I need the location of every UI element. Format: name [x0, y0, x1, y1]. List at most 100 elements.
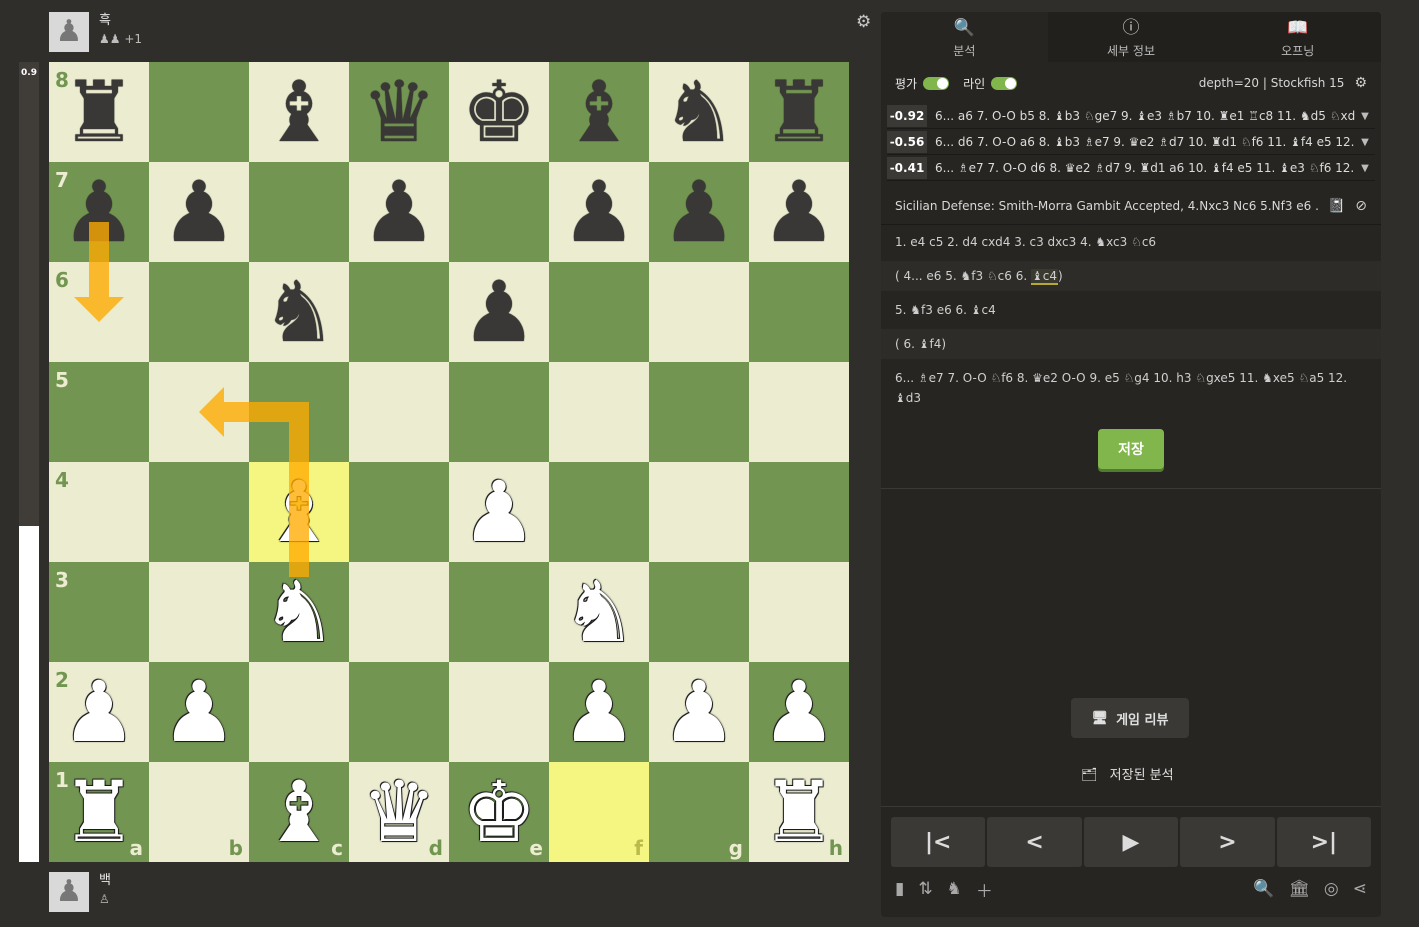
square-c5[interactable]	[249, 362, 349, 462]
player-avatar[interactable]: ♟	[49, 872, 89, 912]
square-e8[interactable]: ♚	[449, 62, 549, 162]
square-h2[interactable]: ♟	[749, 662, 849, 762]
square-c3[interactable]: ♞	[249, 562, 349, 662]
engine-settings-gear-icon[interactable]: ⚙	[1354, 75, 1367, 91]
square-b6[interactable]	[149, 262, 249, 362]
square-d8[interactable]: ♛	[349, 62, 449, 162]
chevron-down-icon[interactable]: ▼	[1355, 111, 1375, 122]
square-e1[interactable]: ♚ e	[449, 762, 549, 862]
square-h3[interactable]	[749, 562, 849, 662]
square-f2[interactable]: ♟	[549, 662, 649, 762]
square-c1[interactable]: ♝ c	[249, 762, 349, 862]
black-rook-icon[interactable]: ♜	[761, 62, 836, 162]
white-pawn-icon[interactable]: ♟	[661, 662, 736, 762]
square-c7[interactable]	[249, 162, 349, 262]
square-f6[interactable]	[549, 262, 649, 362]
tab-analysis[interactable]: 🔍 분석	[881, 12, 1048, 62]
white-knight-icon[interactable]: ♞	[561, 562, 636, 662]
black-knight-icon[interactable]: ♞	[661, 62, 736, 162]
square-h4[interactable]	[749, 462, 849, 562]
square-f5[interactable]	[549, 362, 649, 462]
move-list-main[interactable]: 1. e4 c5 2. d4 cxd4 3. c3 dxc3 4. ♞xc3 ♘…	[881, 232, 1381, 252]
white-knight-icon[interactable]: ♞	[261, 562, 336, 662]
white-pawn-icon[interactable]: ♟	[761, 662, 836, 762]
white-rook-icon[interactable]: ♜	[761, 762, 836, 862]
square-d6[interactable]	[349, 262, 449, 362]
white-pawn-icon[interactable]: ♟	[161, 662, 236, 762]
black-knight-icon[interactable]: ♞	[261, 262, 336, 362]
first-move-icon[interactable]: |<	[891, 817, 986, 867]
black-king-icon[interactable]: ♚	[461, 62, 536, 162]
white-pawn-icon[interactable]: ♟	[461, 462, 536, 562]
book-icon[interactable]: 📓	[1328, 198, 1345, 214]
saved-analysis-link[interactable]: 🗂 저장된 분석	[1081, 764, 1174, 783]
square-e3[interactable]	[449, 562, 549, 662]
square-c6[interactable]: ♞	[249, 262, 349, 362]
square-f3[interactable]: ♞	[549, 562, 649, 662]
white-rook-icon[interactable]: ♜	[61, 762, 136, 862]
engine-line[interactable]: -0.56 6... d6 7. O-O a6 8. ♝b3 ♗e7 9. ♛e…	[887, 130, 1375, 155]
move-list-variation[interactable]: ( 4... e6 5. ♞f3 ♘c6 6. ♝c4)	[881, 261, 1381, 291]
black-pawn-icon[interactable]: ♟	[361, 162, 436, 262]
square-a4[interactable]: 4	[49, 462, 149, 562]
next-move-icon[interactable]: >	[1180, 817, 1275, 867]
engine-line[interactable]: -0.92 6... a6 7. O-O b5 8. ♝b3 ♘ge7 9. ♝…	[887, 104, 1375, 129]
library-icon[interactable]: 🏛	[1288, 879, 1310, 899]
eval-toggle[interactable]	[923, 76, 950, 90]
square-b7[interactable]: ♟	[149, 162, 249, 262]
black-bishop-icon[interactable]: ♝	[261, 62, 336, 162]
compass-icon[interactable]: ⊘	[1355, 198, 1367, 214]
add-icon[interactable]: ＋	[976, 877, 993, 902]
square-e2[interactable]	[449, 662, 549, 762]
square-a2[interactable]: ♟ 2	[49, 662, 149, 762]
square-d3[interactable]	[349, 562, 449, 662]
black-rook-icon[interactable]: ♜	[61, 62, 136, 162]
square-g6[interactable]	[649, 262, 749, 362]
square-g8[interactable]: ♞	[649, 62, 749, 162]
square-a3[interactable]: 3	[49, 562, 149, 662]
square-h6[interactable]	[749, 262, 849, 362]
engine-line[interactable]: -0.41 6... ♗e7 7. O-O d6 8. ♛e2 ♗d7 9. ♜…	[887, 156, 1375, 181]
black-pawn-icon[interactable]: ♟	[61, 162, 136, 262]
white-queen-icon[interactable]: ♛	[361, 762, 436, 862]
square-d2[interactable]	[349, 662, 449, 762]
white-bishop-icon[interactable]: ♝	[261, 762, 336, 862]
black-pawn-icon[interactable]: ♟	[461, 262, 536, 362]
square-h1[interactable]: ♜ h	[749, 762, 849, 862]
square-e7[interactable]	[449, 162, 549, 262]
current-move[interactable]: ♝c4	[1031, 269, 1058, 285]
chevron-down-icon[interactable]: ▼	[1355, 137, 1375, 148]
tab-openings[interactable]: 📖 오프닝	[1214, 12, 1381, 62]
white-pawn-icon[interactable]: ♟	[61, 662, 136, 762]
square-c8[interactable]: ♝	[249, 62, 349, 162]
game-review-button[interactable]: 🖥 게임 리뷰	[1071, 698, 1189, 738]
square-d5[interactable]	[349, 362, 449, 462]
last-move-icon[interactable]: >|	[1276, 817, 1372, 867]
square-b8[interactable]	[149, 62, 249, 162]
square-a5[interactable]: 5	[49, 362, 149, 462]
black-pawn-icon[interactable]: ♟	[661, 162, 736, 262]
previous-move-icon[interactable]: <	[987, 817, 1082, 867]
move-list-main[interactable]: 6... ♗e7 7. O-O ♘f6 8. ♛e2 O-O 9. e5 ♘g4…	[881, 368, 1381, 408]
line-toggle[interactable]	[991, 76, 1018, 90]
chevron-down-icon[interactable]: ▼	[1355, 163, 1375, 174]
square-a7[interactable]: ♟ 7	[49, 162, 149, 262]
square-g1[interactable]: g	[649, 762, 749, 862]
square-c4[interactable]: ♝	[249, 462, 349, 562]
share-icon[interactable]: ⋖	[1353, 879, 1367, 899]
square-f4[interactable]	[549, 462, 649, 562]
black-pawn-icon[interactable]: ♟	[761, 162, 836, 262]
target-icon[interactable]: ◎	[1324, 879, 1339, 899]
square-e4[interactable]: ♟	[449, 462, 549, 562]
square-a1[interactable]: ♜ 1 a	[49, 762, 149, 862]
black-queen-icon[interactable]: ♛	[361, 62, 436, 162]
save-button[interactable]: 저장	[1098, 429, 1164, 469]
setup-position-icon[interactable]: ♞	[947, 879, 962, 899]
white-bishop-icon[interactable]: ♝	[261, 462, 336, 562]
square-f8[interactable]: ♝	[549, 62, 649, 162]
square-b2[interactable]: ♟	[149, 662, 249, 762]
square-b1[interactable]: b	[149, 762, 249, 862]
square-b3[interactable]	[149, 562, 249, 662]
tab-details[interactable]: ⓘ 세부 정보	[1048, 12, 1215, 62]
black-pawn-icon[interactable]: ♟	[561, 162, 636, 262]
